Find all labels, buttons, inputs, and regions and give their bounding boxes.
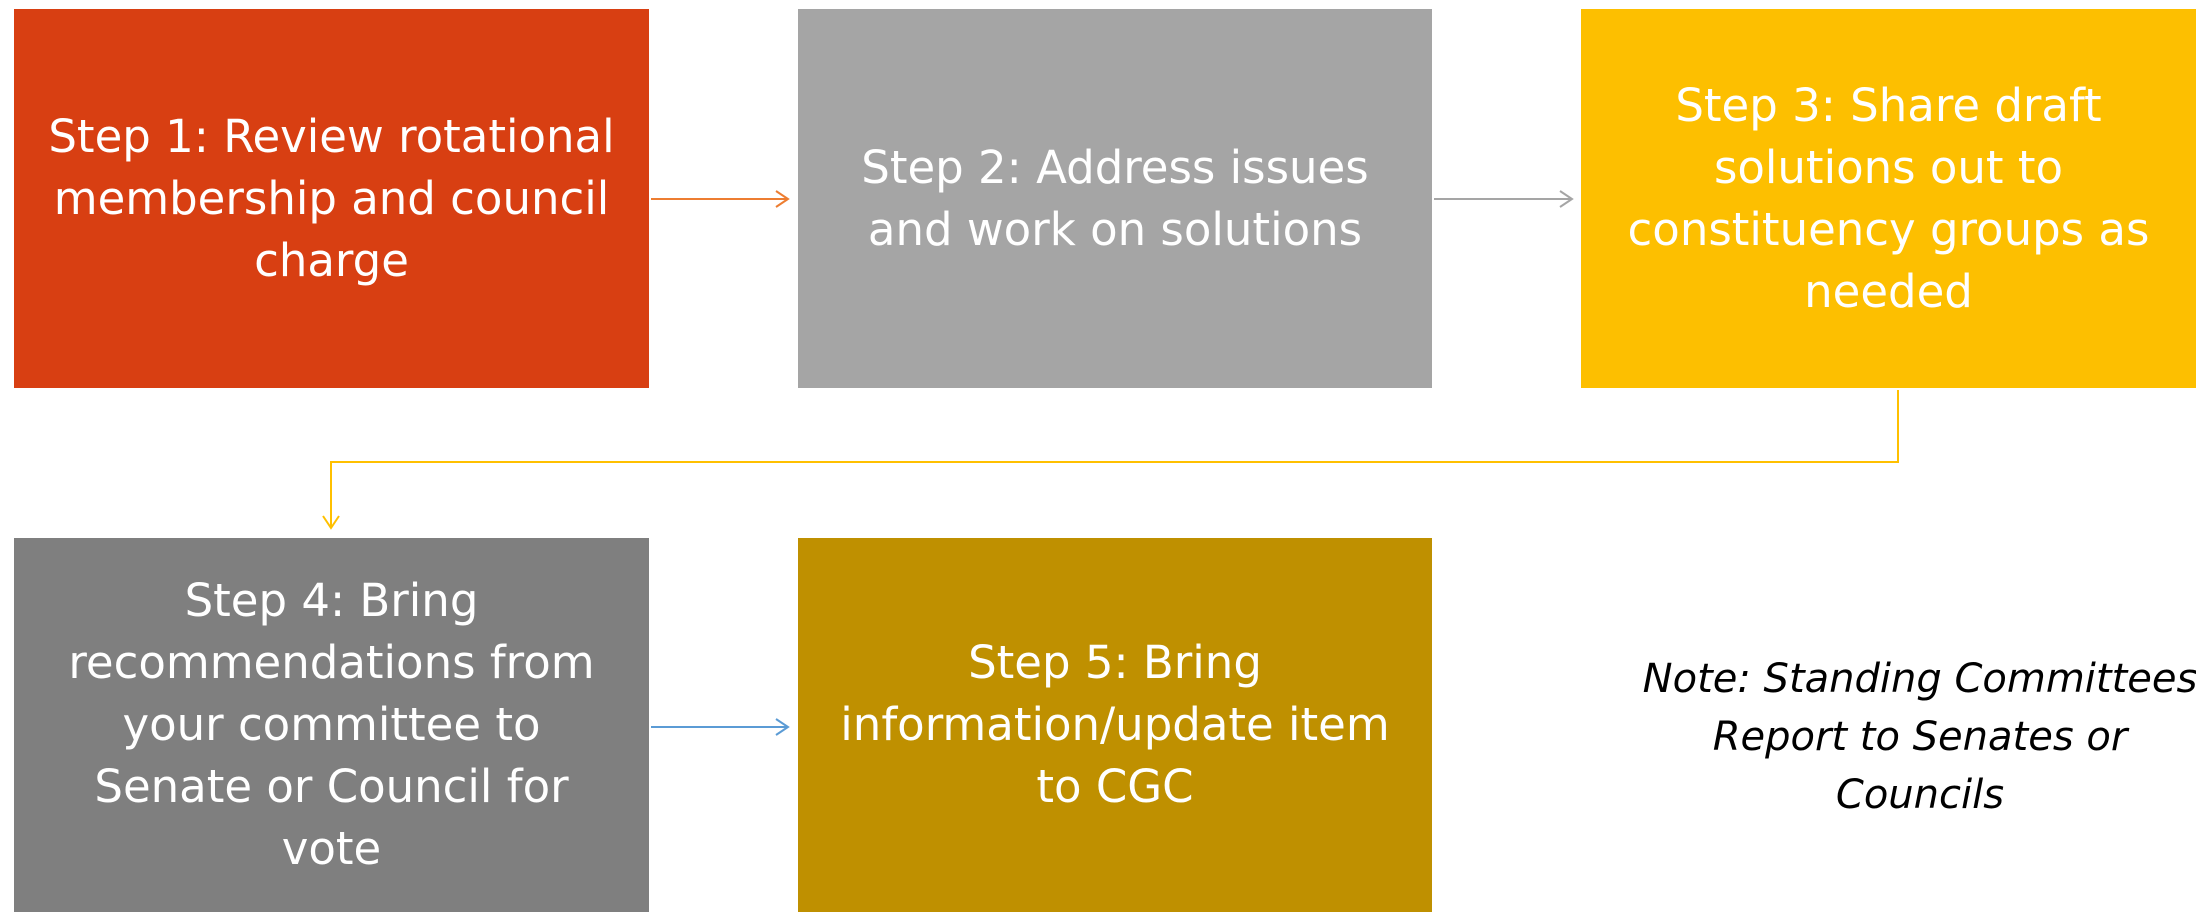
arrow-step4-to-step5 [651, 718, 790, 736]
arrow-step2-to-step3 [1434, 190, 1574, 208]
connector-arrows [322, 190, 1899, 736]
arrow-step1-to-step2 [651, 190, 790, 208]
arrow-step3-to-step4 [322, 390, 1899, 530]
